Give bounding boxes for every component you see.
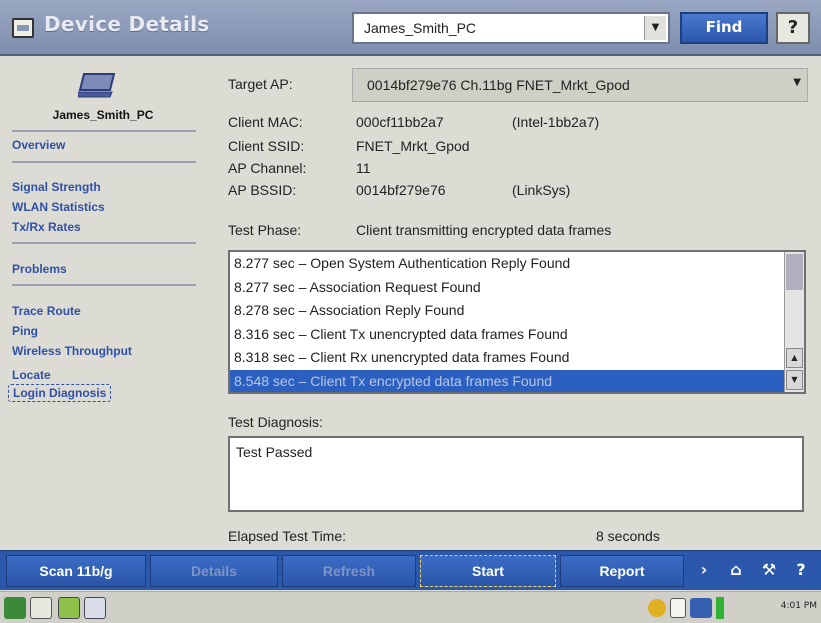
device-select-value: James_Smith_PC bbox=[364, 20, 477, 36]
app-title: Device Details bbox=[44, 12, 210, 36]
ap-bssid-vendor: (LinkSys) bbox=[512, 182, 571, 198]
app-icon[interactable] bbox=[58, 597, 80, 619]
sidebar-item-wireless-throughput[interactable]: Wireless Throughput bbox=[12, 344, 132, 358]
title-bar: Device Details James_Smith_PC ▼ Find ? bbox=[0, 0, 821, 56]
sidebar-item-wlan-statistics[interactable]: WLAN Statistics bbox=[12, 200, 105, 214]
test-phase-label: Test Phase: bbox=[228, 222, 302, 238]
sidebar-item-login-diagnosis[interactable]: Login Diagnosis bbox=[8, 384, 112, 402]
divider bbox=[12, 242, 196, 244]
test-diagnosis-label: Test Diagnosis: bbox=[228, 414, 323, 430]
client-mac-value: 000cf11bb2a7 bbox=[356, 114, 444, 130]
elapsed-time-label: Elapsed Test Time: bbox=[228, 528, 347, 544]
list-item[interactable]: 8.316 sec – Client Tx unencrypted data f… bbox=[230, 323, 804, 347]
network-icon[interactable] bbox=[648, 599, 666, 617]
client-ssid-value: FNET_Mrkt_Gpod bbox=[356, 138, 470, 154]
list-item[interactable]: 8.318 sec – Client Rx unencrypted data f… bbox=[230, 346, 804, 370]
battery-icon bbox=[716, 597, 724, 619]
next-arrow-icon[interactable]: › bbox=[690, 555, 718, 587]
device-select[interactable]: James_Smith_PC ▼ bbox=[352, 12, 670, 44]
laptop-icon bbox=[78, 73, 116, 98]
scroll-thumb[interactable] bbox=[786, 254, 803, 290]
app-window-icon bbox=[12, 18, 34, 38]
target-ap-select[interactable]: 0014bf279e76 Ch.11bg FNET_Mrkt_Gpod ▼ bbox=[352, 68, 808, 102]
test-diagnosis-box: Test Passed bbox=[228, 436, 804, 512]
start-menu-icon[interactable] bbox=[4, 597, 26, 619]
sidebar-item-signal-strength[interactable]: Signal Strength bbox=[12, 180, 101, 194]
help-icon[interactable]: ? bbox=[786, 555, 816, 587]
scan-button[interactable]: Scan 11b/g bbox=[6, 555, 146, 587]
context-help-button[interactable]: ? bbox=[776, 12, 810, 44]
home-icon[interactable]: ⌂ bbox=[720, 555, 752, 587]
elapsed-time-value: 8 seconds bbox=[596, 528, 660, 544]
clipboard-icon[interactable] bbox=[670, 598, 686, 618]
sidebar-item-locate[interactable]: Locate bbox=[12, 368, 51, 382]
client-mac-vendor: (Intel-1bb2a7) bbox=[512, 114, 600, 130]
divider bbox=[12, 130, 196, 132]
test-log-list[interactable]: 8.277 sec – Open System Authentication R… bbox=[228, 250, 806, 394]
help-icon: ? bbox=[787, 17, 799, 38]
chevron-down-icon[interactable]: ▼ bbox=[644, 16, 666, 40]
clock: 4:01 PM bbox=[780, 601, 817, 611]
list-item-selected[interactable]: 8.548 sec – Client Tx encrypted data fra… bbox=[230, 369, 804, 392]
sidebar-item-ping[interactable]: Ping bbox=[12, 324, 38, 338]
target-ap-value: 0014bf279e76 Ch.11bg FNET_Mrkt_Gpod bbox=[367, 77, 630, 93]
client-mac-label: Client MAC: bbox=[228, 114, 303, 130]
report-button[interactable]: Report bbox=[560, 555, 684, 587]
list-item[interactable]: 8.277 sec – Open System Authentication R… bbox=[230, 252, 804, 276]
ap-bssid-value: 0014bf279e76 bbox=[356, 182, 446, 198]
speaker-icon[interactable] bbox=[690, 598, 712, 618]
divider bbox=[12, 161, 196, 163]
sidebar: James_Smith_PC Overview Signal Strength … bbox=[0, 58, 206, 548]
sidebar-item-overview[interactable]: Overview bbox=[12, 138, 65, 152]
scrollbar[interactable]: ▲ ▼ bbox=[784, 252, 804, 392]
chevron-down-icon: ▼ bbox=[793, 77, 801, 88]
ap-channel-label: AP Channel: bbox=[228, 160, 307, 176]
scroll-up-arrow-icon[interactable]: ▲ bbox=[786, 348, 803, 368]
refresh-button[interactable]: Refresh bbox=[282, 555, 416, 587]
wrench-icon[interactable]: ⚒ bbox=[754, 555, 784, 587]
sidebar-item-tx-rx-rates[interactable]: Tx/Rx Rates bbox=[12, 220, 81, 234]
keyboard-icon[interactable] bbox=[30, 597, 52, 619]
ap-channel-value: 11 bbox=[356, 160, 371, 176]
list-item[interactable]: 8.277 sec – Association Request Found bbox=[230, 276, 804, 300]
client-ssid-label: Client SSID: bbox=[228, 138, 305, 154]
taskbar: 4:01 PM bbox=[0, 591, 821, 623]
sidebar-item-problems[interactable]: Problems bbox=[12, 262, 67, 276]
list-item[interactable]: 8.278 sec – Association Reply Found bbox=[230, 299, 804, 323]
divider bbox=[12, 284, 196, 286]
window-icon[interactable] bbox=[84, 597, 106, 619]
ap-bssid-label: AP BSSID: bbox=[228, 182, 297, 198]
details-button[interactable]: Details bbox=[150, 555, 278, 587]
find-button[interactable]: Find bbox=[680, 12, 768, 44]
device-name: James_Smith_PC bbox=[52, 108, 154, 122]
target-ap-label: Target AP: bbox=[228, 76, 293, 92]
test-diagnosis-value: Test Passed bbox=[236, 444, 313, 460]
test-phase-value: Client transmitting encrypted data frame… bbox=[356, 222, 612, 238]
scroll-down-arrow-icon[interactable]: ▼ bbox=[786, 370, 803, 390]
bottom-toolbar: Scan 11b/g Details Refresh Start Report … bbox=[0, 550, 821, 590]
start-button[interactable]: Start bbox=[420, 555, 556, 587]
sidebar-item-trace-route[interactable]: Trace Route bbox=[12, 304, 81, 318]
